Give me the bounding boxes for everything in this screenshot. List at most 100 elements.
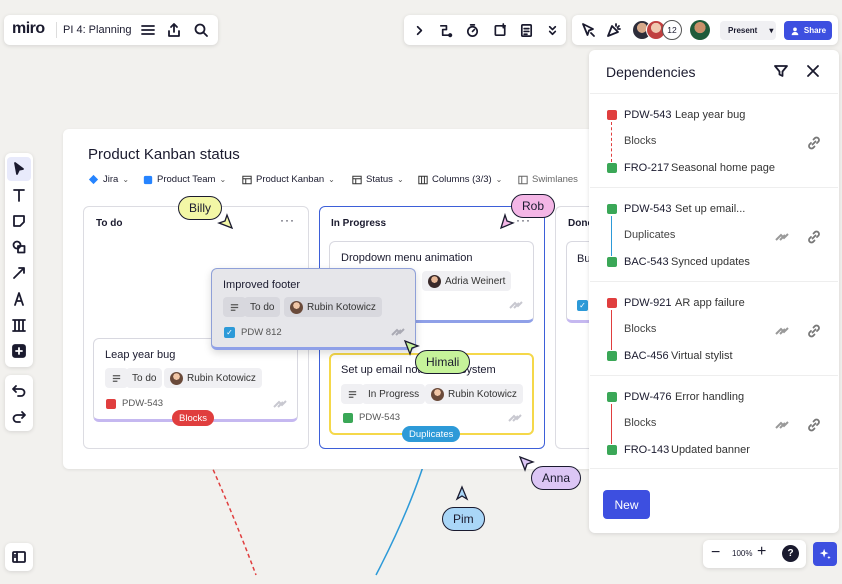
dependency-item[interactable]: PDW-921 AR app failure Blocks BAC-456 Vi… bbox=[590, 281, 838, 375]
jira-icon bbox=[509, 301, 523, 309]
status-pill[interactable] bbox=[223, 297, 246, 317]
column-in-progress-title: In Progress bbox=[331, 218, 387, 229]
description-icon bbox=[348, 390, 357, 398]
dep-from-title[interactable]: Set up email... bbox=[675, 203, 745, 215]
cursor-label-rob: Rob bbox=[511, 194, 556, 218]
cursor-label-anna: Anna bbox=[531, 466, 582, 490]
dep-from-id: PDW-921 bbox=[624, 297, 672, 309]
dependency-item[interactable]: PDW-543 Set up email... Duplicates BAC-5… bbox=[590, 187, 838, 281]
card-title: Dropdown menu animation bbox=[341, 252, 473, 264]
assignee-pill[interactable]: Adria Weinert bbox=[422, 271, 512, 291]
assignee-avatar bbox=[431, 387, 444, 401]
zoom-in-button[interactable]: + bbox=[757, 543, 766, 561]
assignee-avatar bbox=[290, 300, 303, 314]
card-id: PDW 812 bbox=[241, 327, 282, 338]
close-icon[interactable] bbox=[801, 59, 825, 83]
more-icon[interactable]: ··· bbox=[280, 213, 295, 227]
dep-line bbox=[611, 404, 612, 444]
filter-jira[interactable]: Jira ⌄ bbox=[88, 174, 129, 185]
columns-icon bbox=[418, 175, 428, 184]
dep-to-id: BAC-543 bbox=[624, 256, 669, 268]
duplicates-tag[interactable]: Duplicates bbox=[402, 426, 461, 442]
dep-to-title[interactable]: Seasonal home page bbox=[671, 162, 775, 174]
assignee-pill[interactable]: Rubin Kotowicz bbox=[284, 297, 382, 317]
jira-icon bbox=[508, 414, 522, 422]
card-id: PDW-543 bbox=[359, 412, 401, 423]
link-icon[interactable] bbox=[802, 319, 826, 343]
card-id: PDW-543 bbox=[122, 398, 164, 409]
dep-relation: Blocks bbox=[624, 323, 657, 335]
dep-to-title[interactable]: Synced updates bbox=[671, 256, 750, 268]
card-improved-footer-dragging[interactable]: Improved footer To do Rubin Kotowicz ✓ P… bbox=[211, 268, 416, 350]
board-title: Product Kanban status bbox=[88, 146, 240, 163]
chevron-down-icon: ⌄ bbox=[219, 175, 227, 184]
cursor-arrow-icon bbox=[455, 485, 469, 501]
cursor-label-pim: Pim bbox=[442, 507, 485, 531]
assignee-pill[interactable]: Rubin Kotowicz bbox=[164, 368, 262, 388]
filter-product-kanban[interactable]: Product Kanban ⌄ bbox=[242, 174, 335, 185]
dep-from-title[interactable]: Leap year bug bbox=[675, 109, 745, 121]
status-label: In Progress bbox=[368, 388, 420, 400]
filter-icon[interactable] bbox=[769, 59, 793, 83]
dep-to-title[interactable]: Updated banner bbox=[671, 444, 750, 456]
jira-icon bbox=[391, 328, 405, 336]
dep-relation: Duplicates bbox=[624, 229, 676, 241]
filter-product-team[interactable]: Product Team ⌄ bbox=[143, 174, 226, 185]
dep-line bbox=[611, 122, 612, 162]
jira-icon bbox=[273, 400, 287, 408]
link-icon[interactable] bbox=[802, 225, 826, 249]
ai-assist-button[interactable] bbox=[813, 542, 837, 566]
dep-relation: Blocks bbox=[624, 135, 657, 147]
dep-from-title[interactable]: AR app failure bbox=[675, 297, 745, 309]
card-title: Improved footer bbox=[223, 279, 301, 291]
filter-columns-label: Columns (3/3) bbox=[432, 174, 492, 185]
filter-swimlanes[interactable]: Swimlanes bbox=[518, 174, 578, 185]
dep-from-id: PDW-476 bbox=[624, 391, 672, 403]
status-pill[interactable] bbox=[341, 384, 364, 404]
zoom-out-button[interactable]: − bbox=[711, 544, 720, 562]
assignee-avatar bbox=[428, 274, 441, 288]
assignee-name: Adria Weinert bbox=[445, 275, 506, 287]
jira-icon bbox=[775, 233, 789, 241]
dep-to-id: FRO-143 bbox=[624, 444, 670, 456]
zoom-level[interactable]: 100% bbox=[732, 549, 752, 558]
status-label: To do bbox=[132, 372, 157, 384]
blocks-tag[interactable]: Blocks bbox=[172, 410, 214, 426]
checkbox-icon: ✓ bbox=[224, 327, 235, 338]
filter-product-kanban-label: Product Kanban bbox=[256, 174, 325, 185]
dep-to-title[interactable]: Virtual stylist bbox=[671, 350, 733, 362]
story-icon bbox=[343, 413, 353, 423]
filter-columns[interactable]: Columns (3/3) ⌄ bbox=[418, 174, 502, 185]
chevron-down-icon: ⌄ bbox=[328, 175, 335, 184]
assignee-pill[interactable]: Rubin Kotowicz bbox=[425, 384, 523, 404]
bug-icon bbox=[607, 110, 617, 120]
dep-from-id: PDW-543 bbox=[624, 203, 672, 215]
filter-status[interactable]: Status ⌄ bbox=[352, 174, 404, 185]
cursor-arrow-icon bbox=[499, 212, 515, 230]
dependency-item[interactable]: PDW-543 Leap year bug Blocks FRO-217 Sea… bbox=[590, 93, 838, 187]
cursor-arrow-icon bbox=[518, 455, 535, 472]
dep-from-title[interactable]: Error handling bbox=[675, 391, 744, 403]
cursor-arrow-icon bbox=[403, 339, 420, 356]
story-icon bbox=[607, 204, 617, 214]
chevron-down-icon: ⌄ bbox=[396, 175, 404, 184]
story-icon bbox=[607, 392, 617, 402]
status-value: In Progress bbox=[362, 384, 426, 404]
link-icon[interactable] bbox=[802, 131, 826, 155]
filter-status-label: Status bbox=[366, 174, 393, 185]
jira-icon bbox=[88, 174, 99, 185]
new-dependency-button[interactable]: New bbox=[603, 490, 650, 519]
panel-title: Dependencies bbox=[606, 64, 696, 80]
link-icon[interactable] bbox=[802, 413, 826, 437]
status-value: To do bbox=[244, 297, 281, 317]
dep-relation: Blocks bbox=[624, 417, 657, 429]
dependency-item[interactable]: PDW-476 Error handling Blocks FRO-143 Up… bbox=[590, 375, 838, 469]
board-icon bbox=[242, 175, 252, 184]
assignee-avatar bbox=[170, 371, 183, 385]
status-pill[interactable] bbox=[105, 368, 128, 388]
filter-jira-label: Jira bbox=[103, 174, 119, 185]
description-icon bbox=[230, 303, 239, 311]
team-icon bbox=[143, 175, 153, 184]
checkbox-icon: ✓ bbox=[577, 300, 588, 311]
help-icon[interactable]: ? bbox=[782, 545, 799, 562]
